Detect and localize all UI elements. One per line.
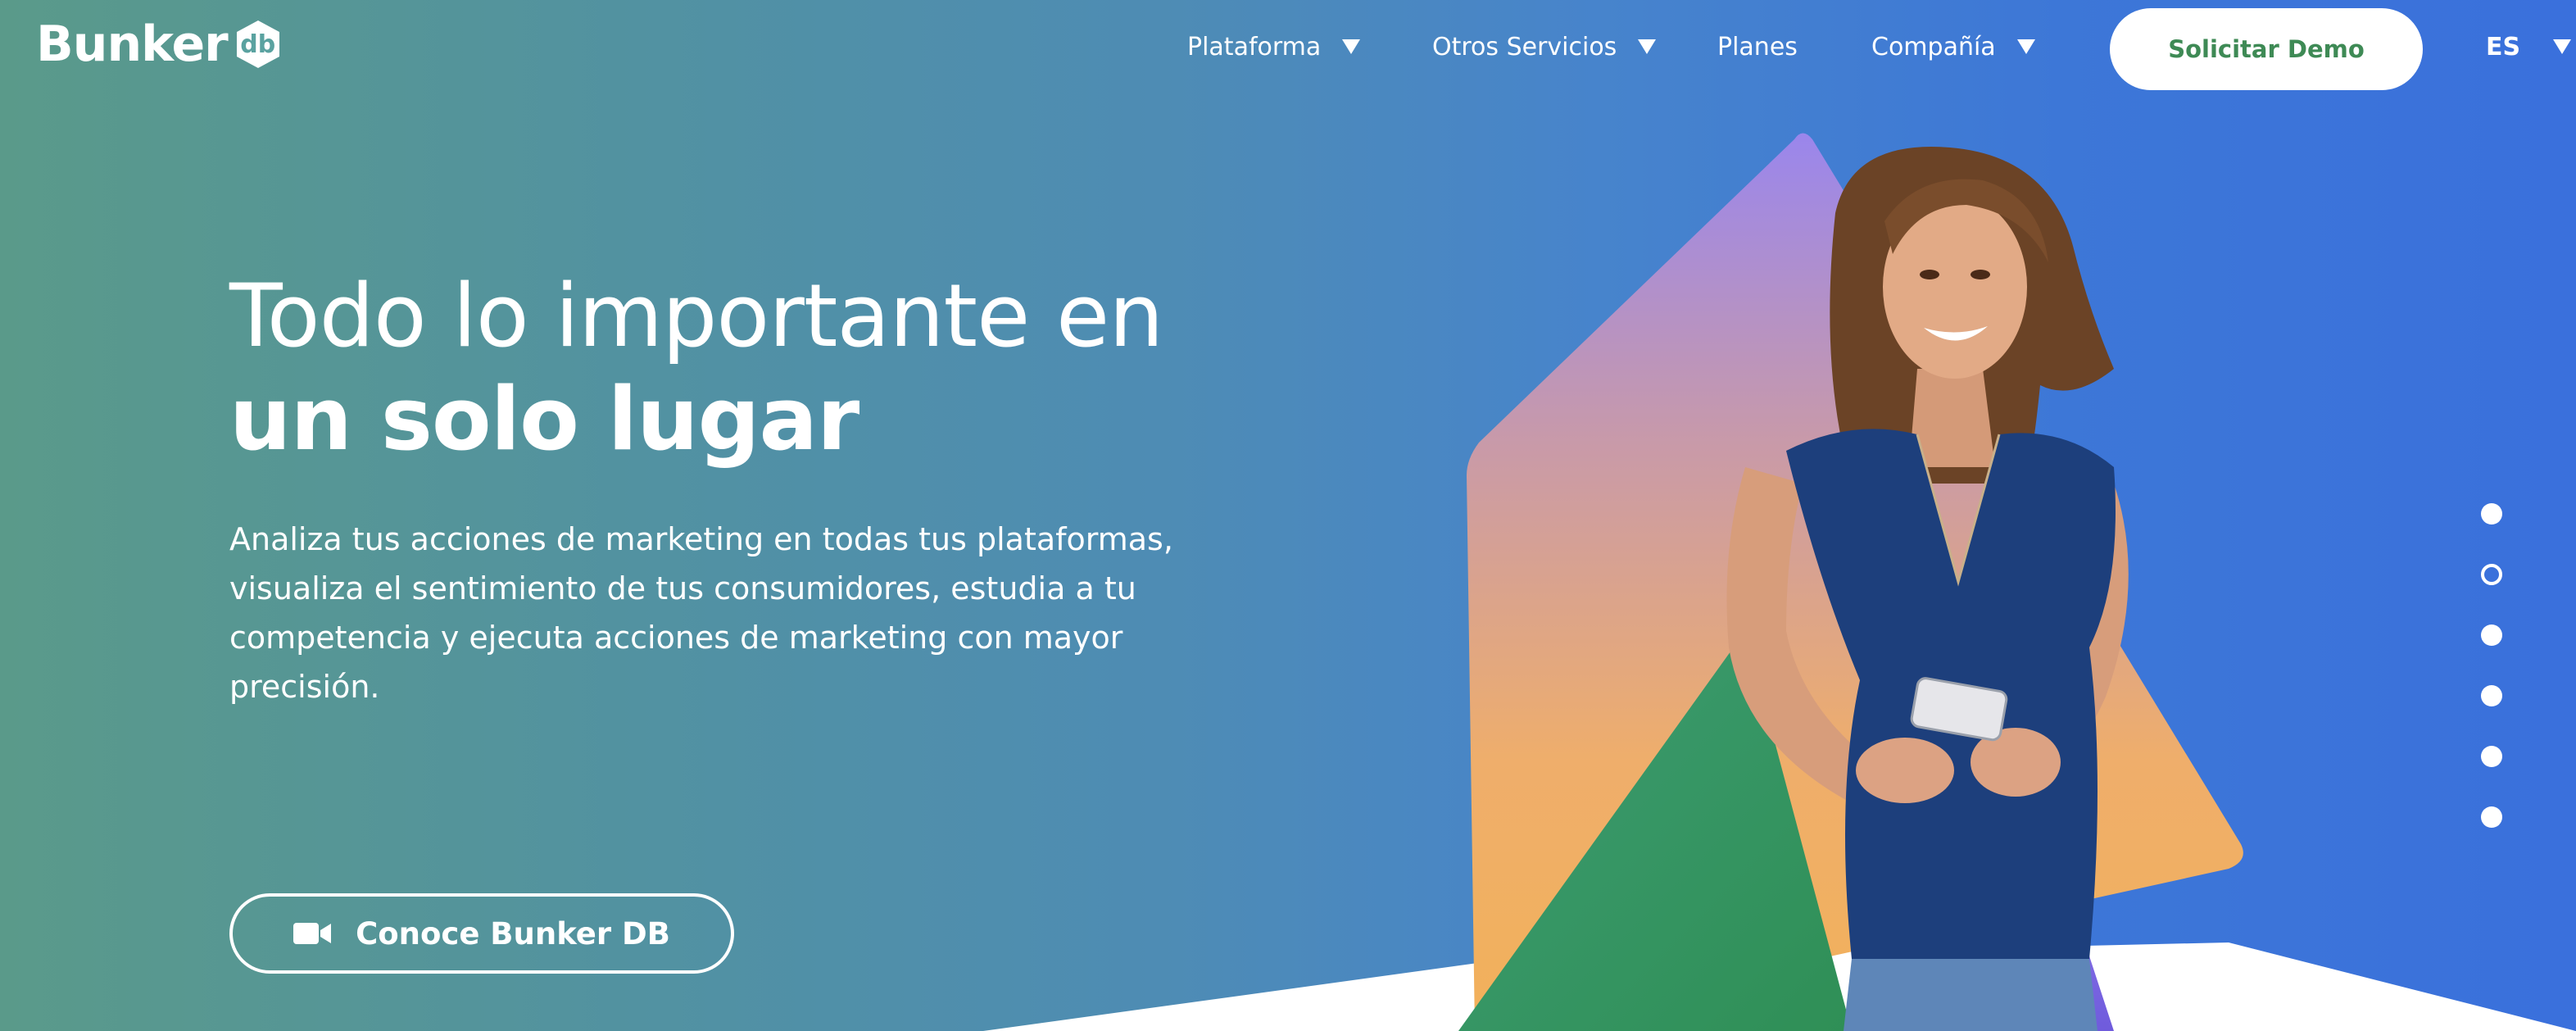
- logo-wordmark: Bunker: [36, 16, 229, 73]
- nav-item-compania[interactable]: Compañía: [1871, 26, 2035, 67]
- slider-dot-1[interactable]: [2481, 503, 2502, 525]
- slider-dot-5[interactable]: [2481, 746, 2502, 767]
- video-camera-icon: [293, 923, 332, 944]
- caret-down-icon: [2016, 39, 2035, 54]
- nav-item-label: Otros Servicios: [1432, 32, 1617, 61]
- language-selector[interactable]: ES: [2486, 26, 2572, 67]
- nav-item-planes[interactable]: Planes: [1717, 26, 1798, 67]
- slider-dot-3[interactable]: [2481, 625, 2502, 646]
- conoce-bunker-db-button[interactable]: Conoce Bunker DB: [229, 893, 734, 974]
- caret-down-icon: [1638, 39, 1657, 54]
- slider-dot-4[interactable]: [2481, 685, 2502, 706]
- caret-down-icon: [1342, 39, 1361, 54]
- nav-item-label: Compañía: [1871, 32, 1996, 61]
- nav-item-otros-servicios[interactable]: Otros Servicios: [1432, 26, 1657, 67]
- logo-badge-icon: db: [233, 19, 283, 70]
- request-demo-button[interactable]: Solicitar Demo: [2110, 8, 2423, 90]
- logo[interactable]: Bunker db: [36, 18, 283, 70]
- nav-item-plataforma[interactable]: Plataforma: [1187, 26, 1361, 67]
- slider-dot-2[interactable]: [2481, 564, 2502, 585]
- hero-illustration: [1458, 133, 2243, 1031]
- hero-title-line-1: Todo lo importante en: [229, 266, 1163, 366]
- hero-title-line-2: un solo lugar: [229, 369, 859, 470]
- language-label: ES: [2486, 32, 2521, 61]
- nav-item-label: Planes: [1717, 32, 1798, 61]
- slider-dot-6[interactable]: [2481, 806, 2502, 828]
- caret-down-icon: [2553, 39, 2572, 54]
- cta-label: Conoce Bunker DB: [356, 915, 670, 952]
- hero-description: Analiza tus acciones de marketing en tod…: [229, 521, 1173, 705]
- logo-badge-text: db: [240, 30, 276, 59]
- nav-item-label: Plataforma: [1187, 32, 1322, 61]
